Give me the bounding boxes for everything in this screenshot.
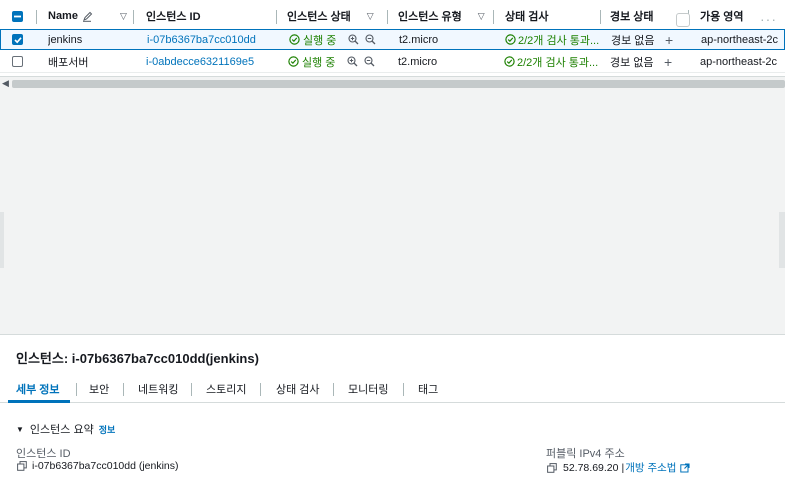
tab-status-checks[interactable]: 상태 검사 — [276, 381, 320, 397]
public-ipv4-value: 52.78.69.20 | 개방 주소법 — [546, 460, 691, 475]
instance-type: t2.micro — [399, 33, 439, 46]
sort-icon[interactable]: ▽ — [367, 11, 374, 22]
status-check[interactable]: 2/2개 검사 통과... — [503, 51, 598, 72]
split-handle-right[interactable] — [779, 212, 785, 268]
row-checkbox-cell[interactable] — [12, 51, 23, 72]
select-all-cell[interactable] — [12, 4, 23, 28]
more-options-icon[interactable]: ··· — [760, 11, 777, 27]
status-check[interactable]: 2/2개 검사 통과... — [504, 30, 599, 49]
add-alarm-icon[interactable]: + — [665, 30, 673, 49]
sort-icon[interactable]: ▽ — [478, 11, 485, 22]
row-checkbox[interactable] — [12, 56, 23, 67]
zoom-out-icon[interactable] — [363, 56, 375, 68]
availability-zone: ap-northeast-2c — [700, 55, 778, 68]
col-header-instance-type[interactable]: 인스턴스 유형 ▽ — [398, 4, 485, 28]
instance-id-link[interactable]: i-0abdecce6321169e5 — [146, 51, 254, 72]
feedback-icon[interactable] — [676, 13, 690, 27]
table-header: Name ▽ 인스턴스 ID 인스턴스 상태 ▽ 인스턴스 유형 ▽ 상태 검사… — [0, 4, 785, 28]
col-header-status-check[interactable]: 상태 검사 — [505, 4, 549, 28]
tab-security[interactable]: 보안 — [89, 381, 109, 397]
table-row[interactable]: jenkins i-07b6367ba7cc010dd 실행 중 t2.micr… — [0, 29, 785, 50]
split-handle-left[interactable] — [0, 212, 4, 268]
row-checkbox-cell[interactable] — [12, 30, 23, 49]
table-row[interactable]: 배포서버 i-0abdecce6321169e5 실행 중 t2.micro 2… — [0, 51, 785, 73]
alarm-status: 경보 없음 — [610, 56, 654, 69]
details-title: 인스턴스: i-07b6367ba7cc010dd(jenkins) — [16, 351, 259, 366]
instance-type: t2.micro — [398, 55, 438, 68]
col-header-instance-id[interactable]: 인스턴스 ID — [146, 4, 201, 28]
select-all-checkbox[interactable] — [12, 10, 23, 22]
zoom-out-icon[interactable] — [364, 34, 376, 46]
row-checkbox[interactable] — [12, 34, 23, 45]
tab-storage[interactable]: 스토리지 — [206, 381, 246, 397]
copy-icon[interactable] — [546, 462, 558, 474]
table-empty-area — [0, 90, 785, 334]
tab-monitoring[interactable]: 모니터링 — [348, 381, 388, 397]
instance-id-link[interactable]: i-07b6367ba7cc010dd — [147, 30, 256, 49]
instance-details-panel: 인스턴스: i-07b6367ba7cc010dd(jenkins) 세부 정보… — [0, 334, 785, 486]
instance-id-value: i-07b6367ba7cc010dd (jenkins) — [16, 460, 179, 472]
copy-icon[interactable] — [16, 460, 28, 472]
tab-details[interactable]: 세부 정보 — [16, 381, 60, 397]
details-tabs: 세부 정보 보안 네트워킹 스토리지 상태 검사 모니터링 태그 — [0, 375, 785, 403]
check-circle-icon — [287, 56, 299, 68]
instance-state: 실행 중 — [287, 51, 335, 72]
scroll-left-icon[interactable]: ◀ — [2, 78, 9, 89]
col-header-instance-state[interactable]: 인스턴스 상태 ▽ — [287, 4, 374, 28]
external-link-icon[interactable] — [679, 462, 691, 474]
tab-tags[interactable]: 태그 — [418, 381, 438, 397]
check-circle-icon — [504, 34, 516, 46]
zoom-controls — [347, 30, 376, 49]
availability-zone: ap-northeast-2c — [701, 33, 779, 46]
active-tab-indicator — [8, 400, 70, 403]
edit-icon[interactable] — [82, 10, 94, 22]
zoom-in-icon[interactable] — [347, 34, 359, 46]
tab-networking[interactable]: 네트워킹 — [138, 381, 178, 397]
zoom-controls — [346, 51, 375, 72]
check-circle-icon — [503, 56, 515, 68]
col-header-alarm-status[interactable]: 경보 상태 — [610, 4, 654, 28]
horizontal-scrollbar[interactable]: ◀ — [0, 76, 785, 90]
instance-name[interactable]: 배포서버 — [48, 51, 88, 72]
instance-state: 실행 중 — [288, 30, 336, 49]
instance-name[interactable]: jenkins — [48, 30, 82, 49]
instance-id-label: 인스턴스 ID — [16, 448, 71, 460]
instances-table: Name ▽ 인스턴스 ID 인스턴스 상태 ▽ 인스턴스 유형 ▽ 상태 검사… — [0, 0, 785, 76]
info-link[interactable]: 정보 — [99, 423, 116, 436]
instance-summary-header[interactable]: ▼ 인스턴스 요약 정보 — [16, 421, 115, 437]
sort-icon[interactable]: ▽ — [120, 11, 127, 22]
public-ipv4-label: 퍼블릭 IPv4 주소 — [546, 448, 625, 460]
alarm-status: 경보 없음 — [611, 34, 655, 47]
add-alarm-icon[interactable]: + — [664, 51, 672, 72]
caret-down-icon[interactable]: ▼ — [16, 425, 24, 434]
open-address-link[interactable]: 개방 주소법 — [625, 460, 676, 475]
col-header-name[interactable]: Name ▽ — [48, 4, 127, 28]
check-circle-icon — [288, 34, 300, 46]
zoom-in-icon[interactable] — [346, 56, 358, 68]
scrollbar-thumb[interactable] — [12, 80, 785, 88]
